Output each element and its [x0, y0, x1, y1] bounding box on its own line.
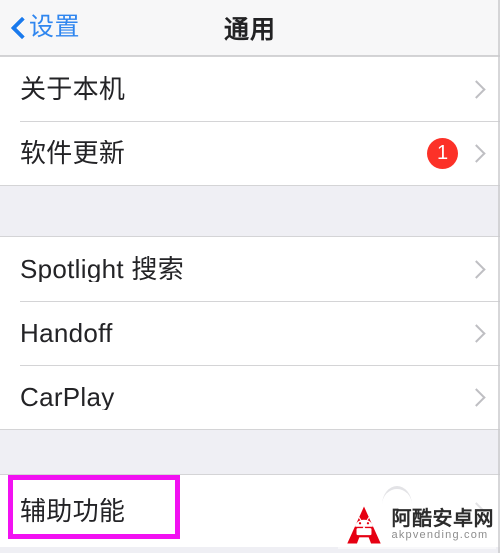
- settings-group-features: Spotlight 搜索 Handoff CarPlay: [0, 236, 500, 430]
- list-item-label: CarPlay: [20, 384, 115, 410]
- settings-group-device: 关于本机 软件更新 1: [0, 56, 500, 186]
- list-item-label: Spotlight 搜索: [20, 256, 185, 282]
- list-item-accessibility[interactable]: 辅助功能: [0, 475, 500, 547]
- row-accessory: [470, 79, 486, 99]
- list-item-spotlight-search[interactable]: Spotlight 搜索: [0, 237, 500, 301]
- back-button-label: 设置: [29, 13, 81, 41]
- back-button[interactable]: 设置: [10, 0, 80, 55]
- row-accessory: [470, 323, 486, 343]
- chevron-right-icon: [470, 79, 482, 99]
- list-item-label: 软件更新: [20, 140, 126, 166]
- group-spacer: [0, 430, 500, 474]
- group-spacer: [0, 186, 500, 236]
- chevron-right-icon: [470, 323, 482, 343]
- list-item-software-update[interactable]: 软件更新 1: [0, 121, 500, 185]
- chevron-left-icon: [10, 15, 25, 41]
- settings-list[interactable]: 关于本机 软件更新 1 Spotlight 搜索 Handoff CarPlay…: [0, 56, 500, 553]
- row-accessory: [470, 259, 486, 279]
- chevron-right-icon: [470, 143, 482, 163]
- settings-general-screen: 设置 通用 关于本机 软件更新 1 Spotlight 搜索 Handoff C…: [0, 0, 500, 553]
- list-item-carplay[interactable]: CarPlay: [0, 365, 500, 429]
- chevron-right-icon: [470, 387, 482, 407]
- list-item-label: Handoff: [20, 320, 113, 346]
- navigation-bar: 设置 通用: [0, 0, 500, 56]
- list-item-label: 关于本机: [20, 76, 126, 102]
- row-accessory: [470, 501, 486, 521]
- list-item-about[interactable]: 关于本机: [0, 57, 500, 121]
- chevron-right-icon: [470, 259, 482, 279]
- settings-group-accessibility: 辅助功能: [0, 474, 500, 547]
- row-accessory: 1: [427, 137, 486, 169]
- chevron-right-icon: [470, 501, 482, 521]
- status-badge: 1: [427, 137, 458, 169]
- list-item-handoff[interactable]: Handoff: [0, 301, 500, 365]
- row-accessory: [470, 387, 486, 407]
